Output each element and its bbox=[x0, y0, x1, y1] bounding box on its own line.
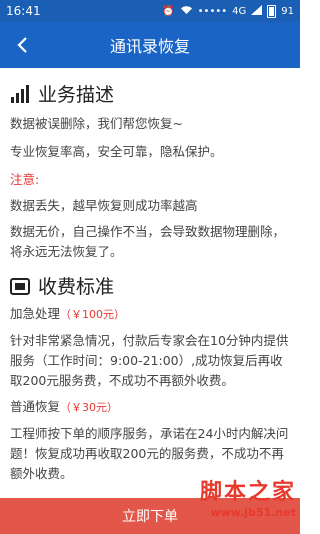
page-title: 通讯录恢复 bbox=[109, 37, 190, 56]
network-type: 4G bbox=[232, 5, 247, 17]
back-button[interactable] bbox=[8, 31, 36, 59]
chevron-left-icon bbox=[17, 37, 27, 53]
status-bar: 16:41 ⏰ ••••• 4G 91 bbox=[0, 0, 300, 22]
nav-bar: 通讯录恢复 bbox=[0, 22, 300, 68]
alarm-icon: ⏰ bbox=[162, 5, 175, 17]
note-line-2: 数据无价，自己操作不当，会导致数据物理删除，将永远无法恢复了。 bbox=[10, 224, 286, 259]
signal-dots-icon: ••••• bbox=[197, 5, 228, 17]
description-title: 业务描述 bbox=[38, 83, 115, 106]
wifi-icon bbox=[180, 5, 193, 18]
battery-icon bbox=[267, 4, 277, 18]
note-line-1: 数据丢失，越早恢复则成功率越高 bbox=[10, 198, 198, 213]
pricing-title: 收费标准 bbox=[38, 275, 115, 298]
status-time: 16:41 bbox=[6, 4, 41, 18]
normal-label: 普通恢复 bbox=[10, 399, 61, 414]
urgent-option: 加急处理（￥100元） bbox=[10, 304, 290, 325]
watermark: 脚本之家 www.jb51.net bbox=[166, 474, 296, 519]
description-line-1: 数据被误删除，我们帮您恢复~ bbox=[10, 116, 183, 131]
pricing-header: 收费标准 bbox=[10, 270, 290, 300]
bar-chart-icon bbox=[10, 82, 32, 104]
urgent-price: （￥100元） bbox=[60, 308, 126, 321]
watermark-url: www.jb51.net bbox=[210, 506, 296, 519]
normal-option: 普通恢复（￥30元） bbox=[10, 397, 290, 418]
urgent-description: 针对非常紧急情况，付款后专家会在10分钟内提供服务（工作时间：9:00-21:0… bbox=[10, 333, 289, 388]
description-line-2: 专业恢复率高，安全可靠，隐私保护。 bbox=[10, 144, 223, 159]
urgent-label: 加急处理 bbox=[10, 306, 61, 321]
receipt-icon bbox=[10, 274, 32, 296]
description-header: 业务描述 bbox=[10, 78, 290, 108]
content: 业务描述 数据被误删除，我们帮您恢复~ 专业恢复率高，安全可靠，隐私保护。 注意… bbox=[0, 68, 300, 498]
note-label: 注意: bbox=[10, 172, 40, 187]
watermark-title: 脚本之家 bbox=[199, 479, 296, 505]
signal-icon bbox=[251, 4, 263, 18]
battery-level: 91 bbox=[281, 5, 294, 17]
normal-price: （￥30元） bbox=[60, 401, 119, 414]
